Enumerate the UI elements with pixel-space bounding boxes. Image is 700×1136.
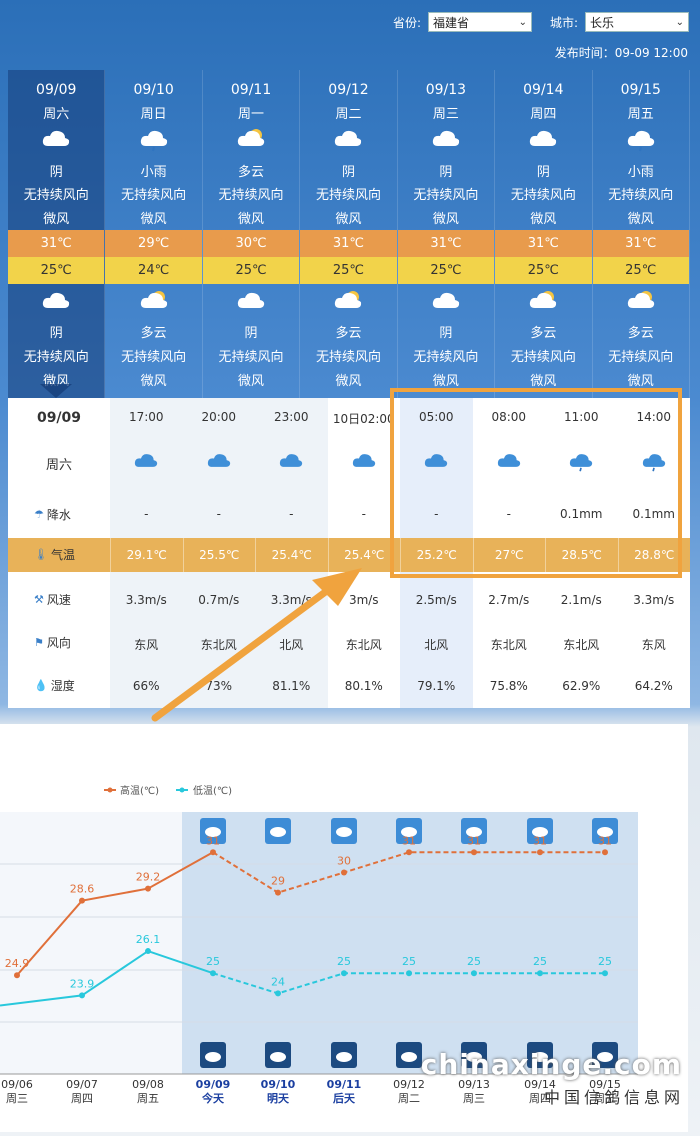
data-label: 23.9 [70,977,95,990]
data-label: 31 [598,834,612,847]
data-point [537,849,543,856]
night-cloudy-icon [270,1052,286,1062]
legend-low-label: 低温(℃) [193,784,232,797]
data-point [341,869,347,876]
data-label: 25 [533,955,547,968]
data-label: 25 [467,955,481,968]
data-point [537,970,543,977]
data-point [602,970,608,977]
data-label: 29.2 [136,871,161,884]
data-point [145,948,151,955]
data-label: 30 [337,854,351,867]
x-tick-sublabel: 周三 [463,1092,485,1105]
data-label: 26.1 [136,933,161,946]
data-point [210,849,216,856]
partly-cloudy-icon [336,827,352,837]
data-label: 31 [467,834,481,847]
x-tick-sublabel: 周四 [71,1092,93,1105]
light-rain-icon [270,827,286,837]
data-point [406,970,412,977]
data-point [79,897,85,904]
data-point [275,990,281,997]
x-tick-sublabel: 后天 [333,1091,356,1105]
night-cloudy-icon [205,1052,221,1062]
watermark-sub: 中国信鸽信息网 [543,1088,684,1107]
data-point [341,970,347,977]
watermark: chinaxinge.com [420,1048,682,1081]
data-label: 25 [598,955,612,968]
night-cloudy-icon [401,1052,417,1062]
x-tick-label: 09/06 [1,1078,33,1091]
x-tick-sublabel: 明天 [267,1092,290,1105]
data-point [406,849,412,856]
x-tick-label: 09/09 [196,1078,231,1091]
legend-high-label: 高温(℃) [120,784,159,797]
data-point [79,992,85,999]
x-tick-sublabel: 周二 [398,1092,420,1105]
x-tick-sublabel: 周三 [6,1092,28,1105]
x-tick-sublabel: 今天 [201,1091,225,1105]
data-label: 25 [337,955,351,968]
data-point [602,849,608,856]
x-tick-label: 09/08 [132,1078,164,1091]
data-label: 24.9 [5,957,30,970]
data-label: 25 [206,955,220,968]
x-tick-label: 09/10 [261,1078,296,1091]
data-point [471,849,477,856]
legend-high-marker [107,787,113,793]
data-label: 31 [533,834,547,847]
data-point [275,889,281,896]
night-cloudy-icon [336,1052,352,1062]
data-point [210,970,216,977]
data-point [14,972,20,979]
data-label: 31 [206,834,220,847]
data-label: 24 [271,975,285,988]
data-point [145,885,151,892]
data-label: 28.6 [70,883,95,896]
x-tick-label: 09/07 [66,1078,98,1091]
data-point [471,970,477,977]
x-tick-sublabel: 周五 [137,1092,159,1105]
data-label: 31 [402,834,416,847]
data-label: 29 [271,875,285,888]
legend-low-marker [179,787,185,793]
data-label: 25 [402,955,416,968]
x-tick-label: 09/11 [327,1078,362,1091]
